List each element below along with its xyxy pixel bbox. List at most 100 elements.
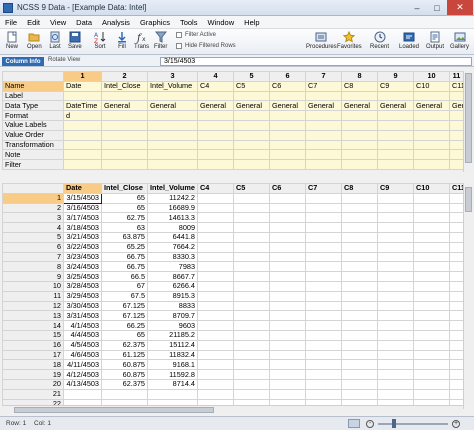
- data-cell[interactable]: [449, 212, 464, 224]
- data-cell[interactable]: [233, 329, 270, 341]
- column-number[interactable]: 2: [101, 71, 148, 82]
- info-cell[interactable]: [413, 149, 450, 161]
- data-cell[interactable]: [413, 222, 450, 233]
- data-cell[interactable]: [377, 222, 414, 233]
- data-cell[interactable]: 4/5/4503: [63, 339, 102, 351]
- data-cell[interactable]: [341, 241, 378, 253]
- info-cell[interactable]: Intel_Close: [101, 80, 148, 92]
- info-cell[interactable]: [147, 110, 198, 121]
- data-cell[interactable]: 4/11/4503: [63, 359, 102, 371]
- info-cell[interactable]: General: [101, 100, 148, 112]
- data-cell[interactable]: [305, 212, 342, 224]
- data-cell[interactable]: [233, 320, 270, 331]
- data-cell[interactable]: [233, 271, 270, 282]
- column-header[interactable]: C4: [197, 183, 234, 194]
- data-cell[interactable]: [377, 349, 414, 361]
- menu-help[interactable]: Help: [239, 18, 264, 27]
- data-cell[interactable]: [449, 378, 464, 390]
- info-cell[interactable]: [377, 139, 414, 151]
- menu-tools[interactable]: Tools: [175, 18, 203, 27]
- info-cell[interactable]: [341, 110, 378, 121]
- data-cell[interactable]: [197, 388, 234, 400]
- row-number[interactable]: 15: [2, 329, 64, 341]
- info-cell[interactable]: General: [233, 100, 270, 112]
- info-cell[interactable]: [63, 90, 102, 102]
- data-cell[interactable]: [305, 241, 342, 253]
- info-cell[interactable]: General: [197, 100, 234, 112]
- info-cell[interactable]: [305, 139, 342, 151]
- data-cell[interactable]: [377, 359, 414, 371]
- data-cell[interactable]: 6441.8: [147, 231, 198, 243]
- row-number[interactable]: 14: [2, 320, 64, 331]
- data-cell[interactable]: 3/29/4503: [63, 290, 102, 302]
- data-cell[interactable]: [449, 359, 464, 371]
- data-cell[interactable]: [197, 231, 234, 243]
- data-cell[interactable]: 3/17/4503: [63, 212, 102, 224]
- data-cell[interactable]: [269, 202, 306, 214]
- data-cell[interactable]: [305, 202, 342, 214]
- info-cell[interactable]: [101, 139, 148, 151]
- data-cell[interactable]: [377, 378, 414, 390]
- data-cell[interactable]: [233, 300, 270, 312]
- data-cell[interactable]: [269, 320, 306, 331]
- data-cell[interactable]: [377, 290, 414, 302]
- data-cell[interactable]: [269, 329, 306, 341]
- data-cell[interactable]: 3/31/4503: [63, 310, 102, 322]
- row-number[interactable]: 8: [2, 261, 64, 273]
- row-number[interactable]: 5: [2, 231, 64, 243]
- fill-button[interactable]: Fill: [116, 30, 128, 54]
- info-cell[interactable]: C6: [269, 80, 306, 92]
- info-cell[interactable]: [305, 149, 342, 161]
- info-cell[interactable]: [269, 110, 306, 121]
- info-cell[interactable]: C11: [449, 80, 464, 92]
- data-cell[interactable]: [269, 280, 306, 292]
- info-cell[interactable]: [101, 159, 148, 170]
- open-button[interactable]: Open: [27, 30, 42, 54]
- info-cell[interactable]: [233, 159, 270, 170]
- info-cell[interactable]: C9: [377, 80, 414, 92]
- info-cell[interactable]: General: [377, 100, 414, 112]
- trans-button[interactable]: fx Trans: [134, 30, 149, 54]
- data-cell[interactable]: [305, 290, 342, 302]
- data-cell[interactable]: [341, 251, 378, 263]
- favorites-button[interactable]: Favorites: [337, 30, 362, 54]
- data-cell[interactable]: [413, 251, 450, 263]
- info-cell[interactable]: [269, 129, 306, 141]
- info-cell[interactable]: [269, 139, 306, 151]
- data-cell[interactable]: 4/12/4503: [63, 369, 102, 380]
- info-cell[interactable]: [341, 119, 378, 131]
- data-cell[interactable]: [413, 202, 450, 214]
- info-cell[interactable]: General: [413, 100, 450, 112]
- data-cell[interactable]: [449, 261, 464, 273]
- info-cell[interactable]: [341, 149, 378, 161]
- data-cell[interactable]: [413, 320, 450, 331]
- info-cell[interactable]: [101, 149, 148, 161]
- data-cell[interactable]: [197, 349, 234, 361]
- scrollbar-thumb[interactable]: [465, 187, 472, 212]
- data-cell[interactable]: 11832.4: [147, 349, 198, 361]
- menu-analysis[interactable]: Analysis: [97, 18, 135, 27]
- info-cell[interactable]: [449, 129, 464, 141]
- column-header[interactable]: C7: [305, 183, 342, 194]
- data-cell[interactable]: 63.875: [101, 231, 148, 243]
- data-cell[interactable]: [197, 192, 234, 204]
- data-cell[interactable]: [269, 378, 306, 390]
- info-cell[interactable]: [147, 139, 198, 151]
- info-cell[interactable]: [413, 139, 450, 151]
- data-cell[interactable]: [269, 339, 306, 351]
- column-number[interactable]: 5: [233, 71, 270, 82]
- data-cell[interactable]: [233, 290, 270, 302]
- row-number[interactable]: 3: [2, 212, 64, 224]
- column-header[interactable]: C5: [233, 183, 270, 194]
- filter-button[interactable]: Filter: [154, 30, 167, 54]
- data-cell[interactable]: 63: [101, 222, 148, 233]
- data-cell[interactable]: 66.5: [101, 271, 148, 282]
- data-cell[interactable]: [233, 202, 270, 214]
- data-cell[interactable]: 4/6/4503: [63, 349, 102, 361]
- info-cell[interactable]: [63, 149, 102, 161]
- data-cell[interactable]: 3/28/4503: [63, 280, 102, 292]
- column-number[interactable]: 6: [269, 71, 306, 82]
- data-cell[interactable]: [413, 290, 450, 302]
- data-cell[interactable]: [147, 388, 198, 400]
- info-cell[interactable]: [233, 139, 270, 151]
